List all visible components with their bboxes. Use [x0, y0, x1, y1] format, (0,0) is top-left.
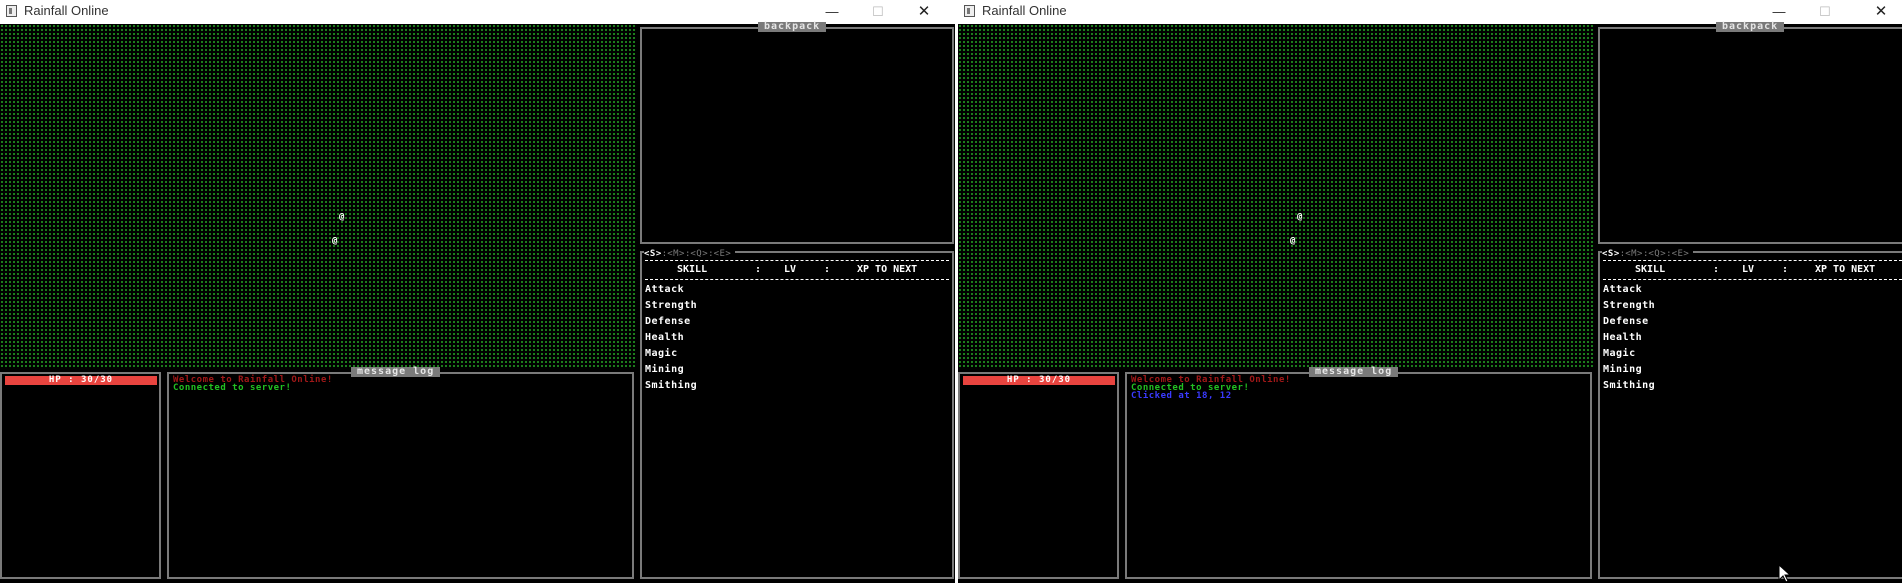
- skill-row-magic: Magic: [1603, 348, 1636, 359]
- skills-table-header: SKILL : LV : XP TO NEXT: [645, 260, 949, 280]
- status-panel: HP : 30/30: [0, 372, 161, 579]
- tab-equipment[interactable]: <E>: [1672, 249, 1690, 259]
- app-icon: [964, 5, 975, 17]
- header-xp: XP TO NEXT: [1815, 264, 1876, 275]
- skill-row-defense: Defense: [645, 316, 691, 327]
- skill-row-mining: Mining: [645, 364, 685, 375]
- player-glyph: @: [339, 212, 345, 222]
- skill-row-attack: Attack: [645, 284, 685, 295]
- backpack-panel[interactable]: backpack: [640, 22, 954, 244]
- message-log-title: message log: [351, 367, 441, 377]
- message-log-lines: Welcome to Rainfall Online! Connected to…: [1131, 376, 1291, 401]
- panel-tabs: <S>:<M>:<Q>:<E>: [644, 249, 736, 259]
- skill-row-magic: Magic: [645, 348, 678, 359]
- hp-bar: HP : 30/30: [963, 376, 1115, 385]
- window-title: Rainfall Online: [982, 3, 1067, 18]
- maximize-button[interactable]: ☐: [855, 0, 901, 24]
- player-glyph: @: [1297, 212, 1303, 222]
- header-level: LV: [784, 264, 797, 275]
- backpack-panel[interactable]: backpack: [1598, 22, 1902, 244]
- message-log-panel: message log Welcome to Rainfall Online! …: [167, 367, 634, 579]
- tab-skills[interactable]: <S>: [644, 249, 662, 259]
- game-window-right[interactable]: Rainfall Online — ☐ ✕ @ @ backpack <S>:<…: [958, 0, 1902, 583]
- header-skill: SKILL: [677, 264, 708, 275]
- skill-row-health: Health: [1603, 332, 1643, 343]
- skill-row-defense: Defense: [1603, 316, 1649, 327]
- header-divider: :: [824, 264, 831, 275]
- skills-panel: <S>:<M>:<Q>:<E> SKILL : LV : XP TO NEXT …: [1598, 249, 1902, 579]
- close-button[interactable]: ✕: [1858, 0, 1902, 24]
- skills-panel: <S>:<M>:<Q>:<E> SKILL : LV : XP TO NEXT …: [640, 249, 954, 579]
- header-skill: SKILL: [1635, 264, 1666, 275]
- tab-quests[interactable]: <Q>: [690, 249, 708, 259]
- header-divider: :: [1782, 264, 1789, 275]
- skill-row-strength: Strength: [1603, 300, 1656, 311]
- log-line: Connected to server!: [173, 383, 292, 393]
- tab-skills[interactable]: <S>: [1602, 249, 1620, 259]
- header-divider: :: [1713, 264, 1720, 275]
- skill-row-smithing: Smithing: [645, 380, 698, 391]
- panel-tabs: <S>:<M>:<Q>:<E>: [1602, 249, 1694, 259]
- player-glyph: @: [1290, 236, 1296, 246]
- tab-magic[interactable]: <M>: [1625, 249, 1643, 259]
- header-xp: XP TO NEXT: [857, 264, 918, 275]
- tab-equipment[interactable]: <E>: [714, 249, 732, 259]
- tab-magic[interactable]: <M>: [667, 249, 685, 259]
- status-panel: HP : 30/30: [958, 372, 1119, 579]
- message-log-lines: Welcome to Rainfall Online! Connected to…: [173, 376, 333, 393]
- tab-quests[interactable]: <Q>: [1648, 249, 1666, 259]
- backpack-title: backpack: [758, 22, 827, 32]
- skills-table-header: SKILL : LV : XP TO NEXT: [1603, 260, 1902, 280]
- skill-row-attack: Attack: [1603, 284, 1643, 295]
- header-level: LV: [1742, 264, 1755, 275]
- skill-row-smithing: Smithing: [1603, 380, 1656, 391]
- message-log-panel: message log Welcome to Rainfall Online! …: [1125, 367, 1592, 579]
- skill-row-health: Health: [645, 332, 685, 343]
- app-icon: [6, 5, 17, 17]
- header-divider: :: [755, 264, 762, 275]
- mouse-pointer-icon: [1778, 564, 1792, 583]
- skill-list: Attack Strength Defense Health Magic Min…: [1603, 282, 1655, 394]
- skill-row-mining: Mining: [1603, 364, 1643, 375]
- skill-row-strength: Strength: [645, 300, 698, 311]
- skill-list: Attack Strength Defense Health Magic Min…: [645, 282, 697, 394]
- game-map[interactable]: @ @: [0, 24, 636, 369]
- window-title: Rainfall Online: [24, 3, 109, 18]
- game-window-left[interactable]: Rainfall Online — ☐ ✕ @ @ backpack <S>:<…: [0, 0, 955, 583]
- close-button[interactable]: ✕: [901, 0, 947, 24]
- message-log-title: message log: [1309, 367, 1399, 377]
- backpack-title: backpack: [1716, 22, 1785, 32]
- hp-bar: HP : 30/30: [5, 376, 157, 385]
- maximize-button[interactable]: ☐: [1802, 0, 1848, 24]
- player-glyph: @: [332, 236, 338, 246]
- log-line: Clicked at 18, 12: [1131, 391, 1232, 401]
- game-map[interactable]: @ @: [958, 24, 1594, 369]
